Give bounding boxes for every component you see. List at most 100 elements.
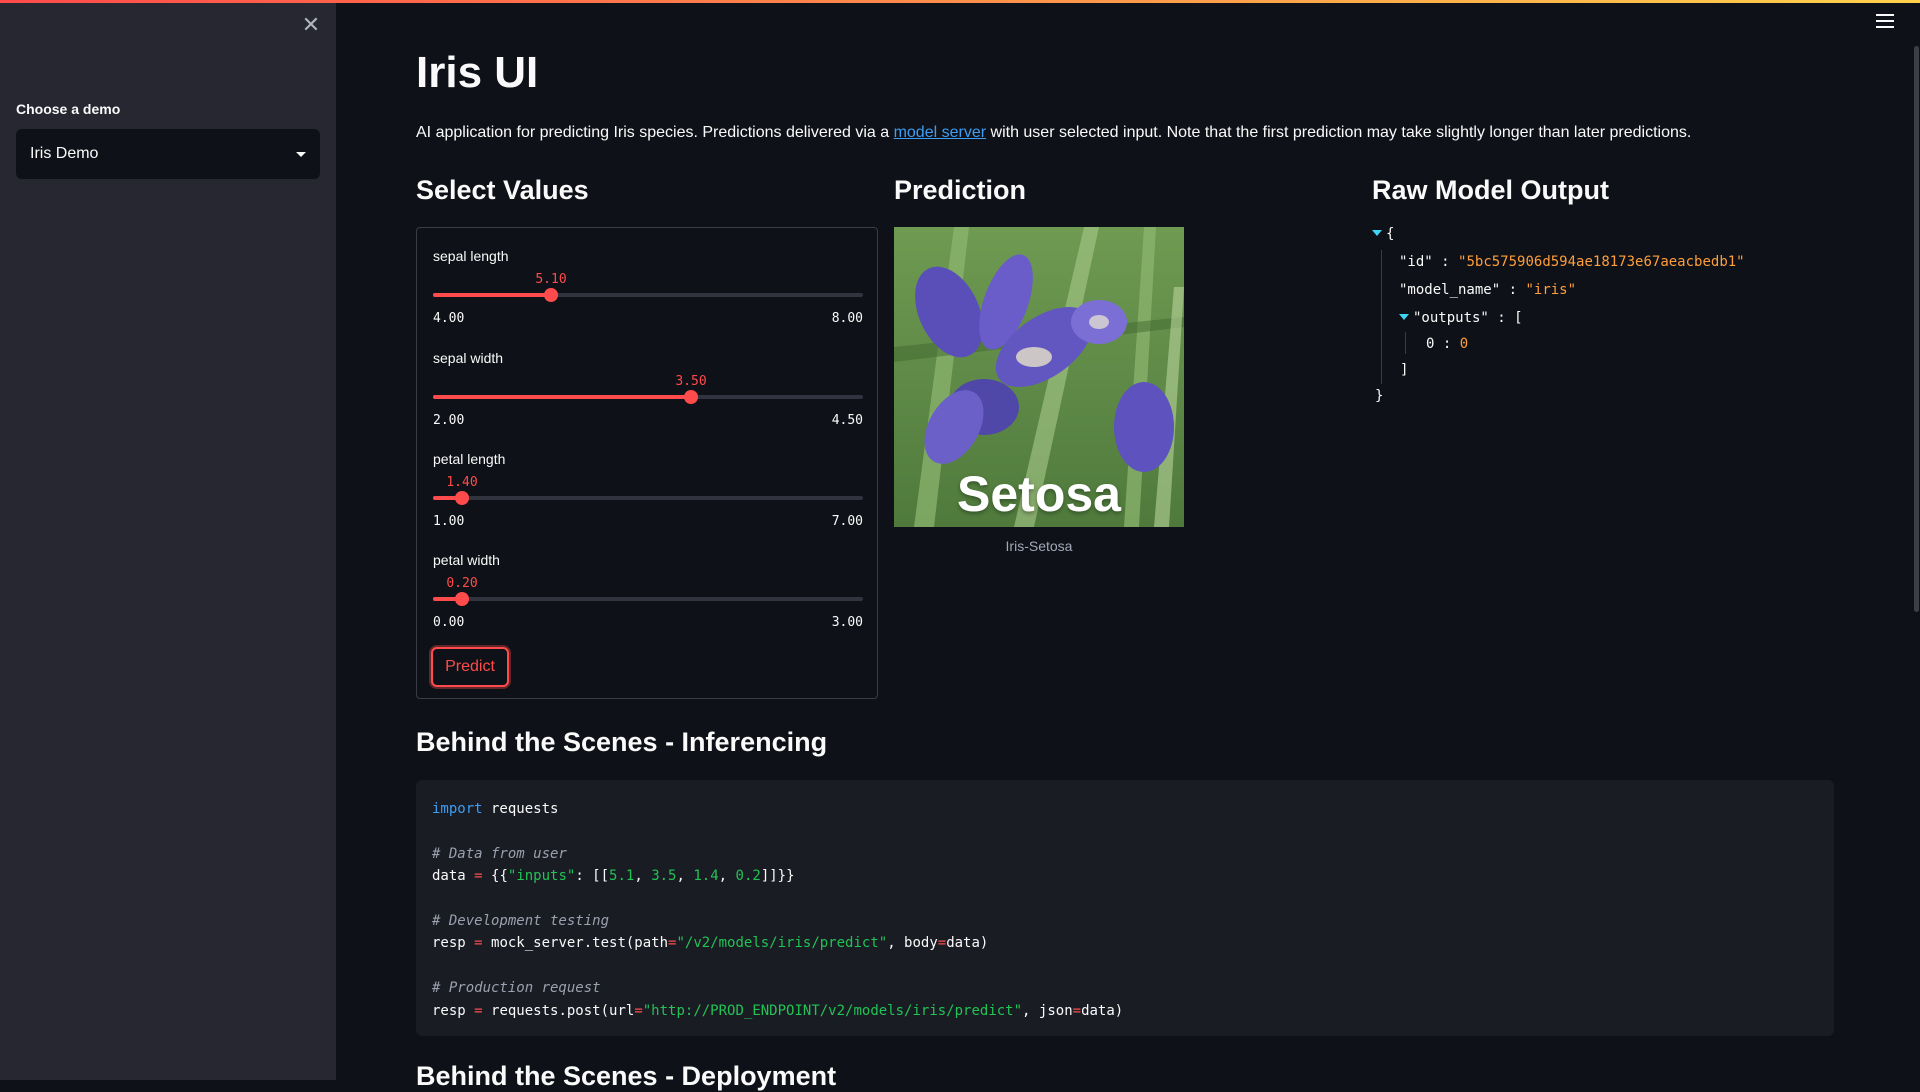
slider-form: sepal length 5.10 4.00 8.00 sepal width …	[416, 227, 878, 699]
slider-sepal-width[interactable]: sepal width 3.50 2.00 4.50	[433, 350, 863, 440]
description-text-end: with user selected input. Note that the …	[986, 124, 1692, 141]
description-text-start: AI application for predicting Iris speci…	[416, 124, 894, 141]
code-text-span: requests	[482, 801, 559, 817]
json-sep: :	[1441, 254, 1450, 270]
slider-sepal-length[interactable]: sepal length 5.10 4.00 8.00	[433, 248, 863, 338]
demo-select-label: Choose a demo	[16, 101, 121, 117]
collapse-triangle-icon[interactable]	[1372, 230, 1382, 236]
page-title: Iris UI	[416, 48, 539, 97]
slider-fill	[433, 395, 691, 399]
json-key: "model_name"	[1399, 282, 1501, 298]
slider-min: 4.00	[433, 311, 465, 326]
inferencing-heading: Behind the Scenes - Inferencing	[416, 727, 828, 757]
prediction-caption: Iris-Setosa	[1005, 538, 1073, 554]
page-description: AI application for predicting Iris speci…	[416, 124, 1691, 142]
slider-min: 0.00	[433, 615, 465, 630]
code-text-span: resp	[432, 935, 475, 952]
code-text-span: {{	[482, 868, 508, 885]
json-sep: :	[1508, 282, 1518, 298]
slider-value: 0.20	[446, 576, 478, 591]
json-sep: :	[1442, 336, 1452, 352]
code-text-span: mock_server.test(path	[482, 935, 669, 952]
code-operator: =	[937, 935, 947, 952]
json-model-line: "model_name" : "iris"	[1399, 282, 1576, 298]
code-text-span: requests.post(url	[482, 1002, 635, 1019]
slider-max: 7.00	[831, 514, 863, 529]
slider-petal-length[interactable]: petal length 1.40 1.00 7.00	[433, 451, 863, 541]
slider-max: 4.50	[831, 413, 863, 428]
json-array-item: 0 : 0	[1426, 336, 1468, 352]
json-index: 0	[1426, 336, 1435, 352]
json-value: "iris"	[1525, 282, 1577, 298]
slider-fill	[433, 293, 551, 297]
deployment-heading: Behind the Scenes - Deployment	[416, 1061, 837, 1091]
slider-track[interactable]	[433, 496, 863, 500]
slider-track[interactable]	[433, 597, 863, 601]
slider-value: 3.50	[675, 374, 707, 389]
code-number: 0.2	[735, 868, 761, 885]
close-sidebar-icon[interactable]: ✕	[300, 14, 322, 36]
code-text: import requests # Data from user data = …	[432, 798, 1123, 1022]
json-indent-guide	[1381, 250, 1382, 384]
raw-output-heading: Raw Model Output	[1372, 175, 1609, 205]
json-open-brace: {	[1386, 226, 1395, 242]
code-keyword: import	[432, 801, 483, 817]
code-text-span: resp	[432, 1002, 475, 1019]
prediction-image: Setosa	[894, 227, 1184, 527]
json-key: "id"	[1399, 254, 1433, 270]
code-comment: # Data from user	[432, 845, 567, 862]
code-block: import requests # Data from user data = …	[416, 780, 1834, 1036]
json-indent-guide	[1405, 332, 1406, 354]
main-menu-icon[interactable]	[1876, 14, 1894, 30]
json-sep: :	[1497, 310, 1506, 326]
sidebar: ✕ Choose a demo Iris Demo	[0, 0, 336, 1080]
slider-petal-width[interactable]: petal width 0.20 0.00 3.00	[433, 552, 863, 642]
slider-label: sepal length	[433, 248, 509, 264]
top-decoration-bar	[0, 0, 1920, 3]
code-operator: =	[474, 868, 483, 885]
slider-min: 1.00	[433, 514, 465, 529]
slider-label: petal width	[433, 552, 500, 568]
slider-thumb[interactable]	[684, 390, 698, 404]
code-text-span: ,	[634, 868, 652, 885]
json-value: "5bc575906d594ae18173e67aeacbedb1"	[1458, 254, 1745, 270]
page-scrollbar[interactable]	[1914, 46, 1919, 612]
slider-thumb[interactable]	[455, 592, 469, 606]
code-comment: # Development testing	[432, 913, 610, 930]
code-text-span: data	[432, 868, 475, 885]
code-text-span: , body	[887, 935, 938, 952]
slider-min: 2.00	[433, 413, 465, 428]
json-open-bracket: [	[1514, 310, 1523, 326]
collapse-triangle-icon[interactable]	[1399, 314, 1409, 320]
code-number: 3.5	[651, 868, 677, 885]
code-text-span: ,	[718, 868, 736, 885]
code-operator: =	[474, 935, 483, 952]
code-comment: # Production request	[432, 980, 601, 997]
code-text-span: , json	[1022, 1002, 1073, 1019]
slider-max: 8.00	[831, 311, 863, 326]
slider-thumb[interactable]	[455, 491, 469, 505]
model-server-link[interactable]: model server	[894, 124, 986, 141]
json-key: "outputs"	[1413, 310, 1489, 326]
prediction-image-label: Setosa	[957, 466, 1121, 522]
json-root-line[interactable]: {	[1372, 226, 1394, 242]
predict-button[interactable]: Predict	[431, 647, 509, 687]
code-text-span: ]]}}	[760, 868, 795, 885]
code-operator: =	[634, 1002, 643, 1019]
select-values-heading: Select Values	[416, 175, 589, 205]
slider-thumb[interactable]	[544, 288, 558, 302]
code-operator: =	[474, 1002, 483, 1019]
json-close-bracket: ]	[1400, 362, 1409, 378]
slider-label: sepal width	[433, 350, 504, 366]
slider-max: 3.00	[831, 615, 863, 630]
code-number: 1.4	[693, 868, 719, 885]
slider-value: 1.40	[446, 475, 478, 490]
code-text-span: : [[	[575, 868, 610, 885]
json-outputs-line[interactable]: "outputs" : [	[1399, 310, 1523, 326]
code-string: "http://PROD_ENDPOINT/v2/models/iris/pre…	[642, 1002, 1023, 1019]
json-value: 0	[1459, 336, 1469, 352]
demo-select[interactable]: Iris Demo	[16, 129, 320, 179]
code-number: 5.1	[609, 868, 635, 885]
prediction-heading: Prediction	[894, 175, 1027, 205]
code-operator: =	[1072, 1002, 1082, 1019]
